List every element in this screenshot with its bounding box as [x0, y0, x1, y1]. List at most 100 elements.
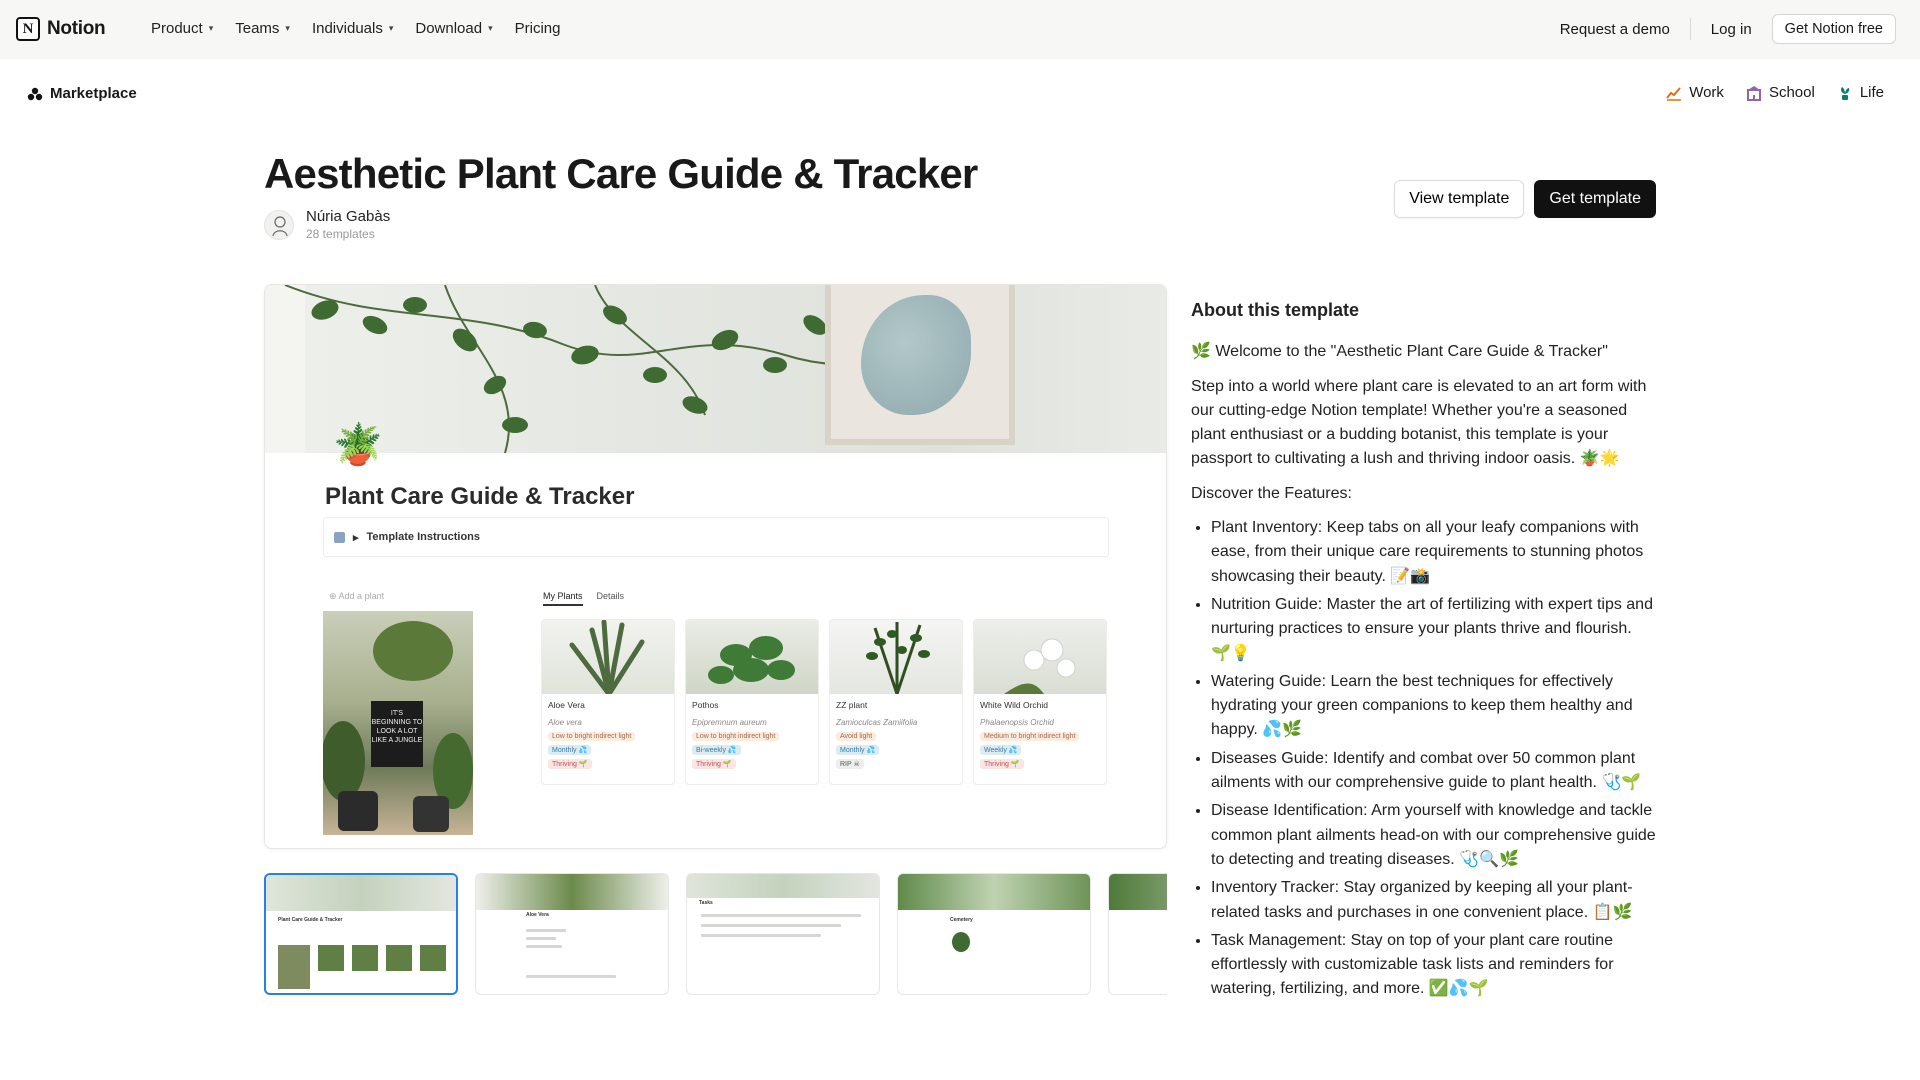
plant-card-status-tag: Thriving 🌱: [980, 759, 1024, 769]
request-demo-link[interactable]: Request a demo: [1560, 21, 1670, 38]
building-icon: [1746, 85, 1761, 101]
plant-card-name: Pothos: [692, 700, 719, 710]
author-avatar: [264, 209, 294, 240]
notion-logo[interactable]: N Notion: [16, 17, 106, 41]
template-actions: View template Get template: [1394, 180, 1656, 218]
thumbnail-3[interactable]: Tasks: [686, 873, 880, 995]
login-link[interactable]: Log in: [1711, 21, 1752, 38]
plant-card: Aloe Vera Aloe vera Low to bright indire…: [541, 619, 675, 785]
feature-item: Watering Guide: Learn the best technique…: [1211, 670, 1656, 743]
plant-card-light-tag: Medium to bright indirect light: [980, 732, 1080, 741]
plant-card-scientific-name: Aloe vera: [548, 718, 582, 727]
about-section: About this template 🌿 Welcome to the "Ae…: [1191, 298, 1656, 1006]
thumbnail-text-line: [701, 934, 821, 937]
chevron-down-icon: ▾: [285, 23, 290, 33]
thumbnail-text-line: [526, 975, 616, 978]
plant-card-light-tag: Low to bright indirect light: [692, 732, 780, 741]
nav-product-label: Product: [151, 20, 203, 37]
thumbnail-text-line: [526, 945, 562, 948]
nav-individuals[interactable]: Individuals ▾: [312, 20, 393, 37]
thumbnail-photo: [278, 945, 310, 989]
nav-pricing-label: Pricing: [514, 20, 561, 37]
template-preview-image[interactable]: 🪴 Plant Care Guide & Tracker ▸ Template …: [264, 284, 1167, 849]
brand-name: Notion: [47, 18, 106, 39]
thumbnail-5[interactable]: [1108, 873, 1167, 995]
author-info[interactable]: Núria Gabàs 28 templates: [264, 208, 390, 241]
preview-thumbnails: Plant Care Guide & Tracker Aloe Vera Tas…: [264, 873, 1167, 997]
category-life[interactable]: Life: [1837, 84, 1884, 101]
thumbnail-cover: [898, 874, 1090, 910]
about-welcome: 🌿 Welcome to the "Aesthetic Plant Care G…: [1191, 343, 1608, 361]
marketplace-bar: Marketplace Work School Life: [0, 72, 1920, 116]
thumbnail-1[interactable]: Plant Care Guide & Tracker: [264, 873, 458, 995]
thumbnail-cover: [266, 875, 456, 911]
category-work[interactable]: Work: [1666, 84, 1724, 101]
feature-item: Plant Inventory: Keep tabs on all your l…: [1211, 516, 1656, 589]
marketplace-icon: [27, 87, 43, 100]
marketplace-link[interactable]: Marketplace: [27, 85, 137, 102]
pothos-image: [686, 620, 818, 694]
nav-teams-label: Teams: [235, 20, 280, 37]
thumbnail-title: Cemetery: [950, 917, 973, 923]
get-notion-free-button[interactable]: Get Notion free: [1771, 14, 1896, 44]
category-school[interactable]: School: [1746, 84, 1815, 101]
plant-card: ZZ plant Zamioculcas Zamiifolia Avoid li…: [829, 619, 963, 785]
feature-item: Disease Identification: Arm yourself wit…: [1211, 799, 1656, 872]
about-intro: Step into a world where plant care is el…: [1191, 377, 1647, 468]
plant-card-frequency-tag: Monthly 💦: [836, 745, 880, 755]
thumbnail-2[interactable]: Aloe Vera: [475, 873, 669, 995]
plant-card-name: ZZ plant: [836, 700, 868, 710]
plant-card: Pothos Epipremnum aureum Low to bright i…: [685, 619, 819, 785]
thumbnail-cover: [1109, 874, 1167, 910]
category-links: Work School Life: [1666, 84, 1884, 101]
plant-card-light-tag: Avoid light: [836, 732, 877, 741]
nav-actions: Request a demo Log in Get Notion free: [1560, 14, 1896, 44]
nav-download-label: Download: [415, 20, 483, 37]
preview-page-title: Plant Care Guide & Tracker: [325, 483, 635, 510]
thumbnail-text-line: [701, 914, 861, 917]
letter-board: IT'S BEGINNING TO LOOK A LOT LIKE A JUNG…: [371, 701, 423, 767]
category-life-label: Life: [1859, 84, 1884, 101]
orchid-image: [974, 620, 1106, 694]
thumbnail-cover: [476, 874, 668, 910]
plant-card-status-tag: Thriving 🌱: [692, 759, 736, 769]
feature-item: Task Management: Stay on top of your pla…: [1211, 929, 1656, 1002]
feature-item: Diseases Guide: Identify and combat over…: [1211, 747, 1656, 796]
nav-pricing[interactable]: Pricing: [515, 20, 561, 37]
feature-item: Nutrition Guide: Master the art of ferti…: [1211, 593, 1656, 666]
nav-individuals-label: Individuals: [311, 20, 383, 37]
nav-teams[interactable]: Teams ▾: [235, 20, 290, 37]
nav-product[interactable]: Product ▾: [151, 20, 213, 37]
author-name[interactable]: Núria Gabàs: [306, 208, 390, 225]
marketplace-label: Marketplace: [50, 85, 137, 102]
get-template-button[interactable]: Get template: [1534, 180, 1656, 218]
thumbnail-4[interactable]: Cemetery: [897, 873, 1091, 995]
thumbnail-title: Tasks: [699, 900, 713, 906]
thumbnail-text-line: [526, 937, 556, 940]
plant-card-scientific-name: Epipremnum aureum: [692, 718, 767, 727]
plant-card-status-tag: Thriving 🌱: [548, 759, 592, 769]
plant-card-name: Aloe Vera: [548, 700, 585, 710]
plant-card: White Wild Orchid Phalaenopsis Orchid Me…: [973, 619, 1107, 785]
nav-download[interactable]: Download ▾: [415, 20, 492, 37]
monstera-leaf: [861, 295, 971, 415]
about-features-heading: Discover the Features:: [1191, 484, 1352, 502]
preview-tabs: My Plants Details: [543, 591, 624, 606]
plant-icon: [1840, 86, 1850, 100]
plant-card-light-tag: Low to bright indirect light: [548, 732, 636, 741]
top-navbar: N Notion Product ▾ Teams ▾ Individuals ▾ Do…: [0, 0, 1920, 59]
plant-card-frequency-tag: Bi-weekly 💦: [692, 745, 741, 755]
category-school-label: School: [1768, 84, 1815, 101]
template-title: Aesthetic Plant Care Guide & Tracker: [264, 150, 978, 197]
vines-illustration: [265, 285, 986, 453]
preview-instructions-label: Template Instructions: [366, 531, 481, 543]
notion-logo-icon: N: [16, 17, 40, 41]
view-template-button[interactable]: View template: [1394, 180, 1525, 218]
framed-art: [825, 285, 1015, 445]
chevron-down-icon: ▾: [488, 23, 493, 33]
plant-card-scientific-name: Zamioculcas Zamiifolia: [836, 718, 918, 727]
chevron-down-icon: ▾: [208, 23, 214, 33]
thumbnail-plant: [952, 932, 970, 952]
chevron-down-icon: ▾: [388, 23, 394, 33]
plant-card-name: White Wild Orchid: [980, 700, 1049, 710]
